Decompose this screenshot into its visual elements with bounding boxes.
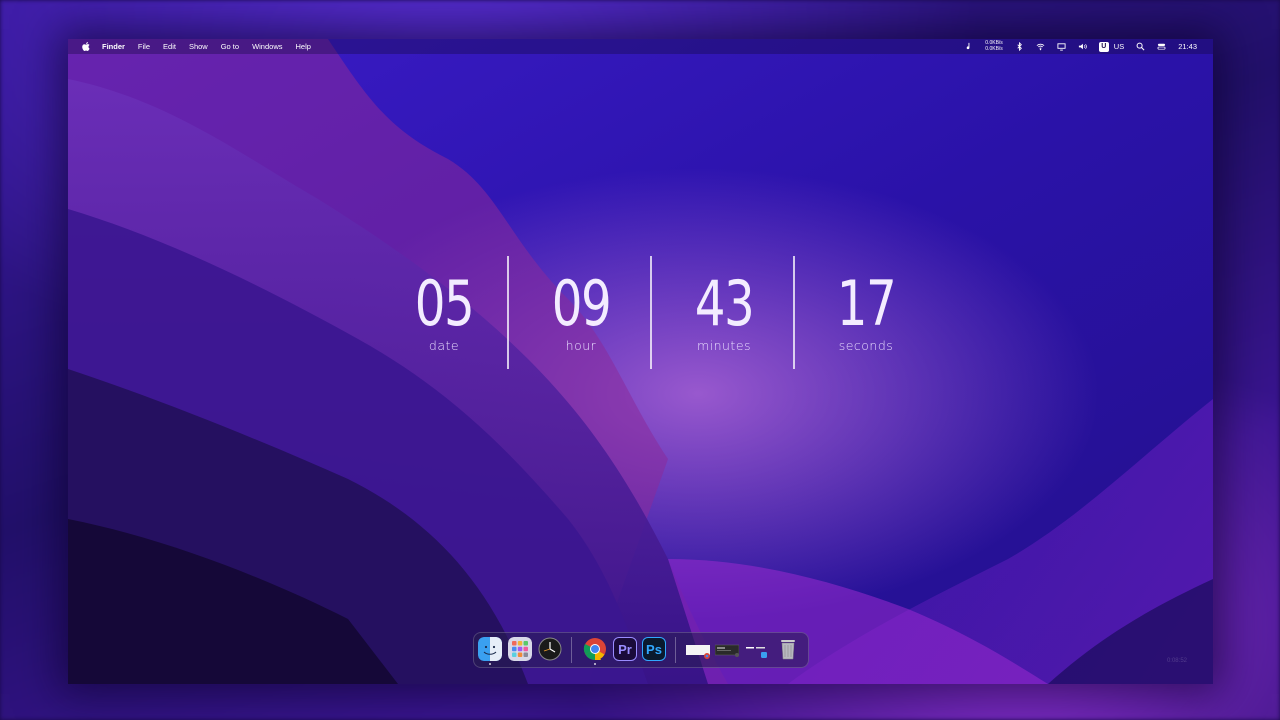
clock-unit-minutes: 43 minutes — [654, 251, 794, 353]
dock-separator — [571, 637, 572, 663]
clock-hour-value: 09 — [551, 267, 612, 340]
menu-show[interactable]: Show — [189, 42, 208, 51]
clock-divider — [507, 256, 509, 369]
menu-clock[interactable]: 21:43 — [1178, 42, 1197, 51]
running-indicator — [489, 663, 491, 665]
timestamp-watermark: 0:08:52 — [1166, 658, 1187, 664]
menu-edit[interactable]: Edit — [163, 42, 176, 51]
control-center-icon[interactable] — [1157, 42, 1166, 51]
clock-unit-date: 05 date — [374, 251, 514, 353]
network-down-speed: 0.0KB/s — [985, 45, 1003, 52]
menu-help[interactable]: Help — [296, 42, 311, 51]
menu-bar: Finder File Edit Show Go to Windows Help… — [68, 39, 1213, 54]
clock-widget: 05 date 09 hour 43 minutes 17 seconds — [398, 251, 898, 369]
clock-unit-hour: 09 hour — [511, 251, 651, 353]
window-thumbnail[interactable] — [686, 637, 710, 661]
finder-icon[interactable] — [478, 637, 502, 661]
apple-icon[interactable] — [82, 42, 90, 51]
display-icon[interactable] — [1057, 42, 1066, 51]
menu-file[interactable]: File — [138, 42, 150, 51]
bluetooth-icon[interactable] — [1015, 42, 1024, 51]
premiere-pro-icon[interactable]: Pr — [613, 637, 637, 661]
clock-divider — [650, 256, 652, 369]
dock-separator — [675, 637, 676, 663]
window-thumbnail[interactable] — [715, 637, 739, 661]
trash-icon[interactable] — [776, 637, 800, 661]
input-source-label[interactable]: US — [1114, 42, 1124, 51]
dock: Pr Ps — [473, 632, 809, 668]
clock-date-value: 05 — [414, 267, 475, 340]
launchpad-icon[interactable] — [508, 637, 532, 661]
desktop-screen: Finder File Edit Show Go to Windows Help… — [68, 39, 1213, 684]
chrome-icon[interactable] — [583, 637, 607, 661]
music-note-icon[interactable] — [964, 42, 973, 51]
window-thumbnail[interactable] — [744, 637, 768, 661]
photoshop-icon[interactable]: Ps — [642, 637, 666, 661]
running-indicator — [594, 663, 596, 665]
clock-unit-seconds: 17 seconds — [796, 251, 936, 353]
menu-windows[interactable]: Windows — [252, 42, 282, 51]
clock-seconds-value: 17 — [836, 267, 897, 340]
clock-minutes-value: 43 — [694, 267, 755, 340]
clock-divider — [793, 256, 795, 369]
input-source-badge[interactable]: U — [1098, 41, 1109, 52]
volume-icon[interactable] — [1078, 42, 1087, 51]
network-speed[interactable]: 0.0KB/s 0.0KB/s — [985, 40, 1003, 52]
wifi-icon[interactable] — [1036, 42, 1045, 51]
clock-app-icon[interactable] — [538, 637, 562, 661]
search-icon[interactable] — [1136, 42, 1145, 51]
menu-go-to[interactable]: Go to — [221, 42, 239, 51]
menu-app-name[interactable]: Finder — [102, 42, 125, 51]
